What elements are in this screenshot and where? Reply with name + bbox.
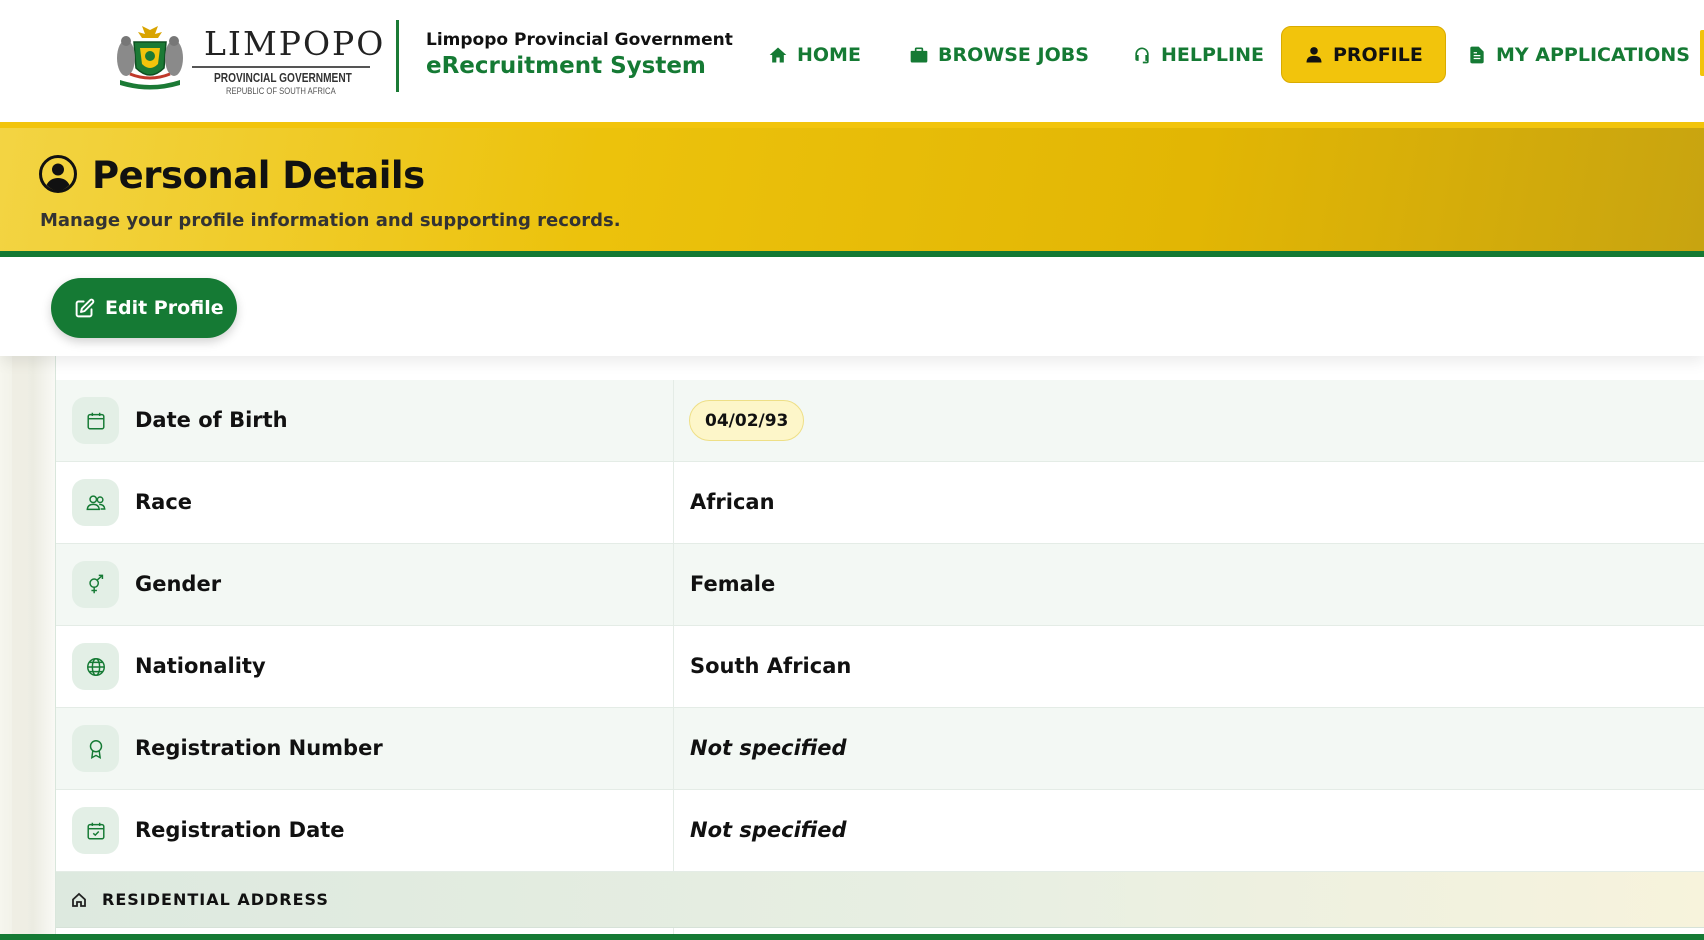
organisation-name: Limpopo Provincial Government: [426, 30, 733, 50]
nav-browse-jobs-label: BROWSE JOBS: [938, 43, 1089, 66]
field-value: South African: [690, 654, 852, 678]
limpopo-logo[interactable]: LIMPOPO PROVINCIAL GOVERNMENT REPUBLIC O…: [114, 24, 383, 96]
page-subtitle: Manage your profile information and supp…: [40, 210, 621, 231]
column-divider: [673, 626, 674, 707]
field-label: Race: [135, 490, 193, 514]
home-outline-icon: [72, 892, 86, 907]
people-icon: [72, 479, 119, 526]
nav-profile-label: PROFILE: [1333, 43, 1423, 66]
table-row-registration-date: Registration Date Not specified: [56, 790, 1704, 872]
headset-icon: [1135, 47, 1149, 63]
table-row-nationality: Nationality South African: [56, 626, 1704, 708]
table-row-date-of-birth: Date of Birth 04/02/93: [56, 380, 1704, 462]
personal-details-table: Date of Birth 04/02/93 Race African Gend…: [55, 296, 1704, 940]
table-row-race: Race African: [56, 462, 1704, 544]
calendar-check-icon: [72, 807, 119, 854]
system-name: eRecruitment System: [426, 53, 706, 79]
table-row-registration-number: Registration Number Not specified: [56, 708, 1704, 790]
edit-profile-label: Edit Profile: [105, 297, 224, 319]
section-title: RESIDENTIAL ADDRESS: [102, 890, 329, 909]
column-divider: [673, 708, 674, 789]
nav-overflow-item[interactable]: [1700, 30, 1704, 76]
nav-browse-jobs[interactable]: BROWSE JOBS: [887, 26, 1111, 83]
field-value: Not specified: [690, 736, 847, 760]
top-navigation-bar: LIMPOPO PROVINCIAL GOVERNMENT REPUBLIC O…: [0, 0, 1704, 122]
nav-my-applications-label: MY APPLICATIONS: [1496, 43, 1690, 66]
logo-subtitle: PROVINCIAL GOVERNMENT: [214, 70, 352, 85]
nav-helpline[interactable]: HELPLINE: [1110, 26, 1286, 83]
nav-profile[interactable]: PROFILE: [1281, 26, 1446, 83]
footer-edge-bar: [0, 934, 1704, 940]
column-divider: [673, 790, 674, 871]
page-title: Personal Details: [92, 154, 425, 197]
coat-of-arms-icon: [117, 26, 183, 90]
date-of-birth-badge: 04/02/93: [689, 400, 805, 441]
nav-home[interactable]: HOME: [746, 26, 883, 83]
column-divider: [673, 544, 674, 625]
page-side-rail: [12, 356, 28, 940]
nav-helpline-label: HELPLINE: [1161, 43, 1264, 66]
field-label: Registration Number: [135, 736, 383, 760]
field-value: African: [690, 490, 775, 514]
edit-profile-button[interactable]: Edit Profile: [51, 278, 237, 338]
globe-icon: [72, 643, 119, 690]
profile-toolbar: Edit Profile: [0, 257, 1704, 356]
column-divider: [673, 380, 674, 461]
briefcase-icon: [910, 47, 928, 62]
field-label: Date of Birth: [135, 408, 288, 432]
calendar-icon: [72, 397, 119, 444]
field-label: Gender: [135, 572, 222, 596]
table-row-gender: Gender Female: [56, 544, 1704, 626]
column-divider: [673, 462, 674, 543]
edit-icon: [75, 298, 95, 317]
section-header-residential-address[interactable]: RESIDENTIAL ADDRESS: [56, 872, 1704, 928]
home-icon: [769, 47, 787, 62]
logo-wordmark: LIMPOPO: [204, 24, 386, 63]
logo-rule: [192, 66, 370, 68]
document-icon: [1470, 46, 1484, 63]
nav-home-label: HOME: [797, 43, 861, 66]
field-label: Registration Date: [135, 818, 345, 842]
user-icon: [1306, 46, 1322, 62]
page-banner: Personal Details Manage your profile inf…: [0, 122, 1704, 257]
field-value: Female: [690, 572, 776, 596]
field-label: Nationality: [135, 654, 266, 678]
field-value: Not specified: [690, 818, 847, 842]
user-circle-icon: [39, 155, 77, 193]
award-icon: [72, 725, 119, 772]
nav-my-applications[interactable]: MY APPLICATIONS: [1445, 26, 1704, 83]
logo-country: REPUBLIC OF SOUTH AFRICA: [226, 86, 336, 96]
brand-divider: [396, 20, 399, 92]
gender-icon: [72, 561, 119, 608]
